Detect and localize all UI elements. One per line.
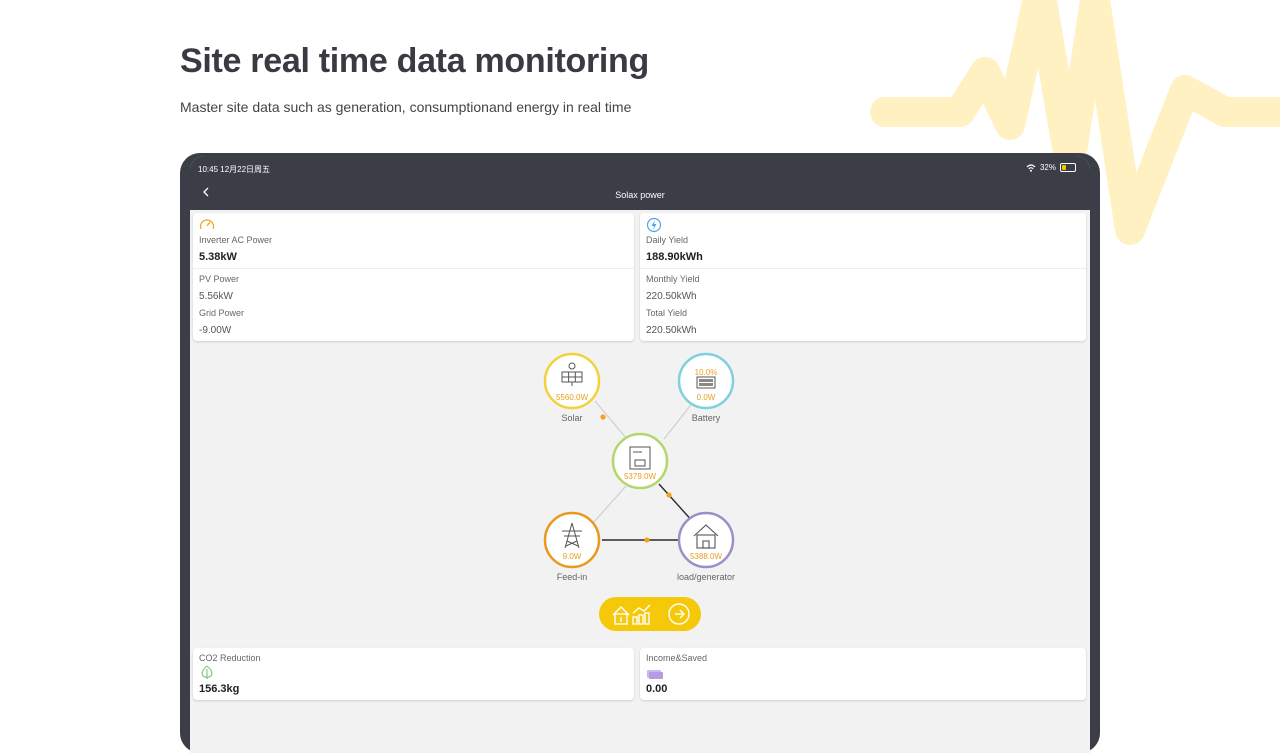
income-saved-value: 0.00: [646, 683, 668, 695]
load-node[interactable]: 5388.0W load/generator: [677, 511, 735, 582]
energy-flow-diagram: 5560.0W Solar 10.0% 0.0W Battery 5379.0W…: [543, 352, 735, 582]
load-power-value: 5388.0W: [690, 552, 722, 561]
feedin-power-value: 9.0W: [563, 552, 582, 561]
flow-dot-solar: [600, 414, 606, 420]
page-title: Site real time data monitoring: [180, 42, 649, 80]
battery-power-value: 0.0W: [697, 393, 716, 402]
co2-reduction-value: 156.3kg: [199, 683, 240, 695]
inverter-node[interactable]: 5379.0W: [611, 432, 669, 490]
battery-label: Battery: [692, 413, 721, 423]
income-saved-card[interactable]: Income&Saved 0.00: [640, 648, 1086, 700]
solar-node[interactable]: 5560.0W Solar: [543, 352, 601, 423]
feedin-label: Feed-in: [557, 572, 588, 582]
statistics-button[interactable]: [599, 597, 701, 631]
feedin-node[interactable]: 9.0W Feed-in: [543, 511, 601, 582]
load-label: load/generator: [677, 572, 735, 582]
page-subtitle: Master site data such as generation, con…: [180, 99, 632, 115]
app-screen: 10:45 12月22日周五 32% Solax power Inverter …: [190, 156, 1090, 753]
income-saved-label: Income&Saved: [646, 653, 708, 663]
solar-label: Solar: [561, 413, 582, 423]
battery-percent-value: 10.0%: [695, 368, 718, 377]
home-energy-chart-icon: [612, 603, 690, 625]
money-icon: [647, 670, 663, 679]
flow-line-solar-inverter: [594, 400, 628, 440]
flow-dot-feedin: [644, 537, 650, 543]
inverter-power-value: 5379.0W: [624, 472, 656, 481]
co2-reduction-label: CO2 Reduction: [199, 653, 261, 663]
tablet-frame: 10:45 12月22日周五 32% Solax power Inverter …: [180, 153, 1100, 753]
co2-reduction-card[interactable]: CO2 Reduction 156.3kg: [193, 648, 634, 700]
flow-line-inverter-feedin: [592, 485, 627, 524]
leaf-icon: [201, 665, 213, 679]
flow-line-inverter-load: [658, 483, 695, 524]
flow-dot-load: [666, 492, 672, 498]
solar-power-value: 5560.0W: [556, 393, 588, 402]
flow-line-battery-inverter: [663, 400, 695, 440]
battery-node[interactable]: 10.0% 0.0W Battery: [677, 352, 735, 423]
